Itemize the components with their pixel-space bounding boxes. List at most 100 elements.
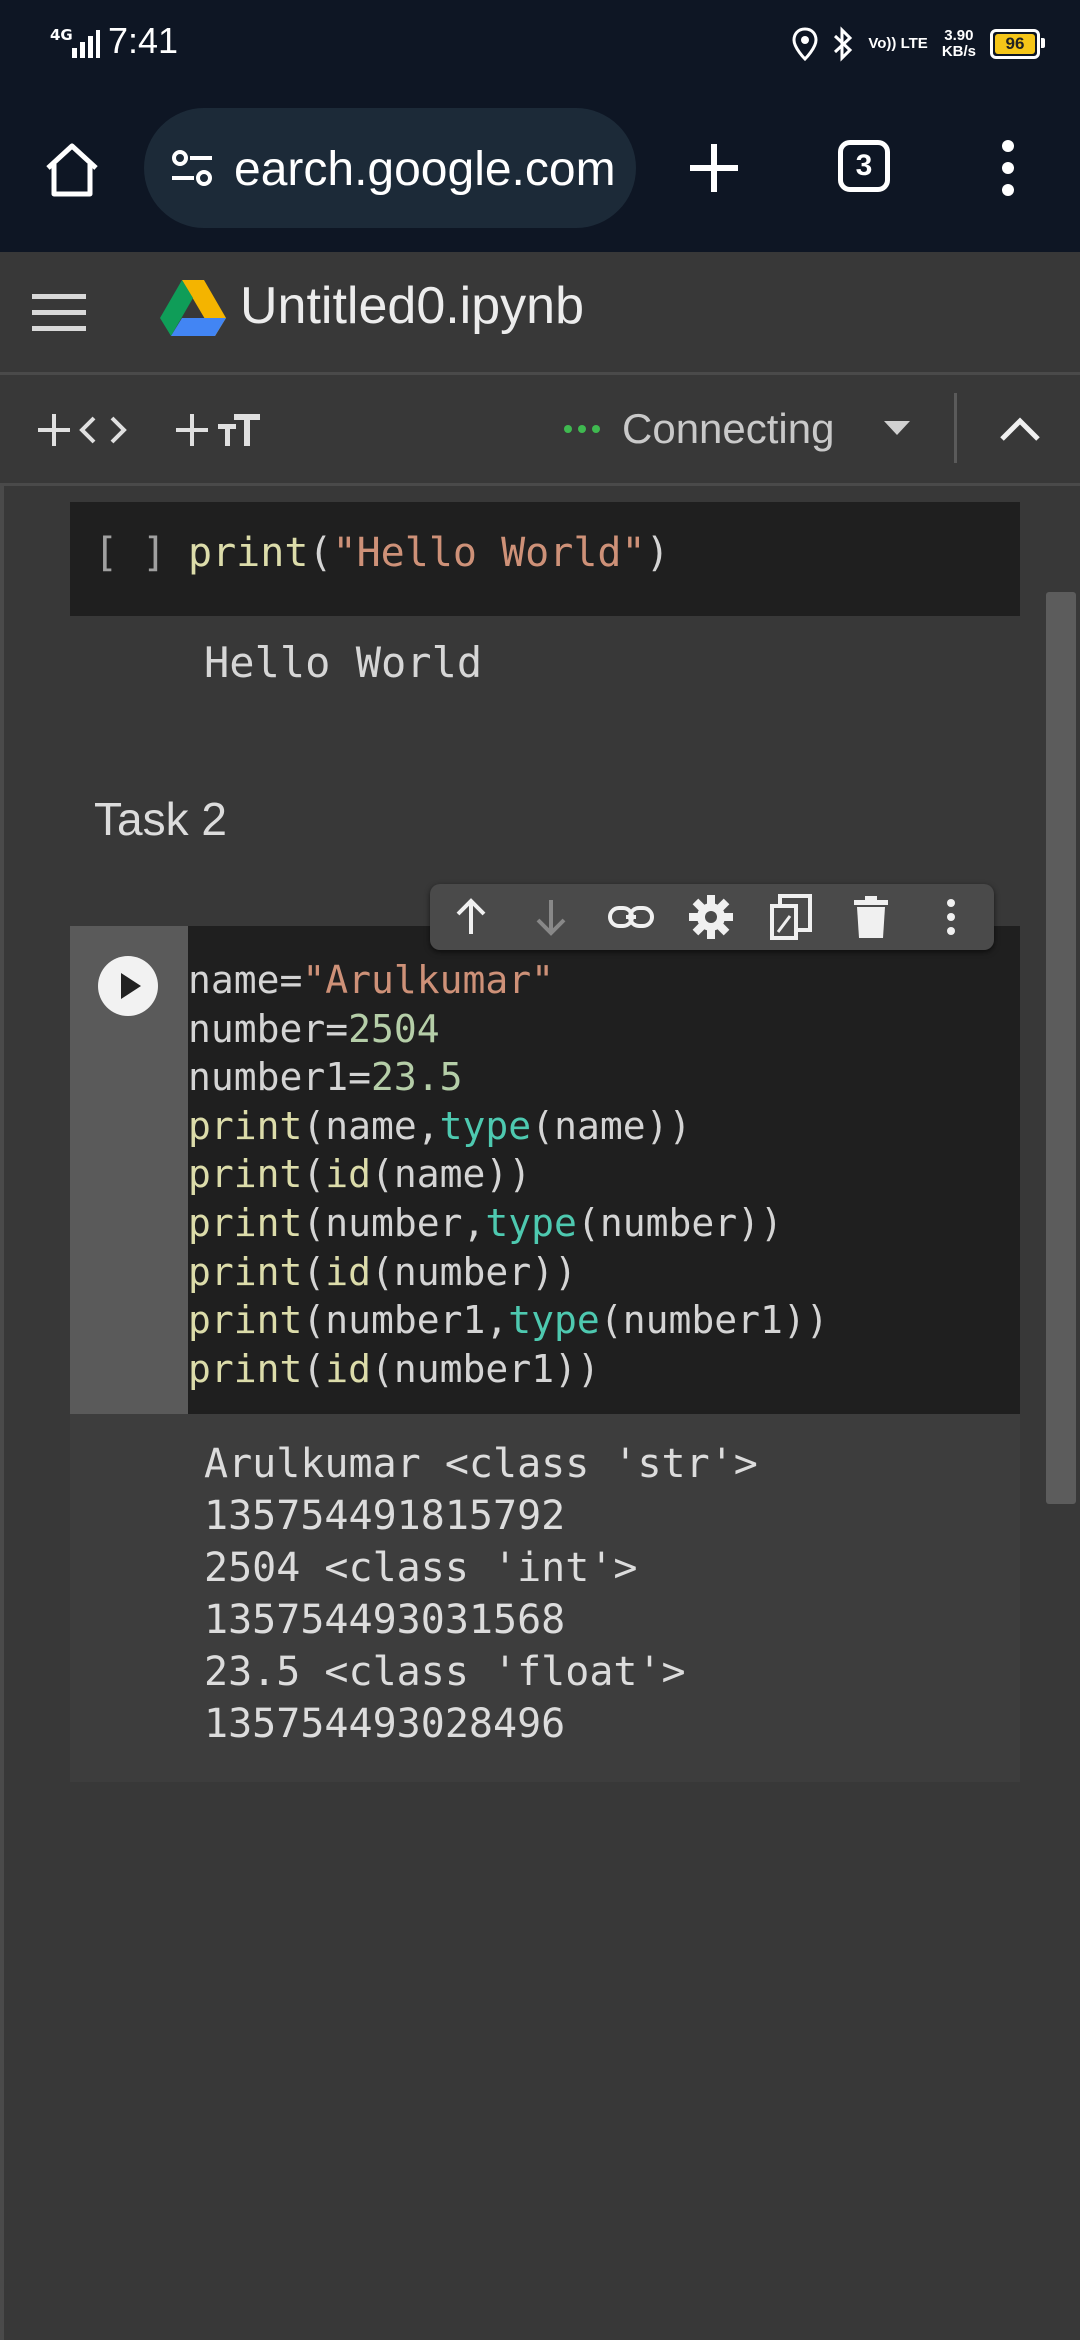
- output-line: 23.5 <class 'float'>: [204, 1649, 686, 1695]
- more-vert-icon[interactable]: [994, 138, 1022, 198]
- output-line: 2504 <class 'int'>: [204, 1545, 638, 1591]
- more-vert-icon[interactable]: [926, 892, 976, 942]
- network-speed: 3.90 KB/s: [942, 28, 976, 60]
- notebook-header: Untitled0.ipynb: [0, 252, 1080, 375]
- new-tab-icon[interactable]: [684, 138, 744, 198]
- code-cell-2[interactable]: name="Arulkumar" number=2504 number1=23.5 p…: [70, 926, 1020, 1414]
- code-line[interactable]: name="Arulkumar": [188, 956, 829, 1005]
- code-token: (name)): [371, 1152, 532, 1197]
- svg-text:4G: 4G: [50, 26, 73, 44]
- code-token: id: [325, 1152, 372, 1197]
- code-token: type: [508, 1298, 600, 1343]
- connect-runtime-button[interactable]: Connecting: [564, 397, 834, 461]
- settings-icon[interactable]: [686, 892, 736, 942]
- code-token: (name,: [302, 1103, 440, 1148]
- code-token: print: [188, 1200, 303, 1245]
- code-token: ): [645, 530, 670, 576]
- code-token: "Hello World": [332, 530, 646, 576]
- chevron-up-icon[interactable]: [996, 411, 1044, 447]
- code-line[interactable]: print(id(number1)): [188, 1345, 829, 1394]
- code-line[interactable]: print(id(name)): [188, 1150, 829, 1199]
- code-token: type: [485, 1200, 577, 1245]
- connection-status: Connecting: [622, 405, 835, 452]
- volte-text: Vo)) LTE: [868, 35, 928, 52]
- battery-level: 96: [1005, 34, 1025, 53]
- code-token: (: [302, 1346, 326, 1391]
- code-token: "Arulkumar": [302, 958, 555, 1002]
- chevron-down-icon[interactable]: [880, 415, 914, 439]
- cell-code[interactable]: name="Arulkumar" number=2504 number1=23.5 p…: [188, 956, 829, 1393]
- output-line: 135754493031568: [204, 1597, 566, 1643]
- output-lines: Arulkumar <class 'str'> 135754491815792 25…: [204, 1438, 758, 1750]
- text-size-icon: [218, 414, 260, 446]
- output-line: 135754491815792: [204, 1493, 566, 1539]
- connecting-dots-icon: [564, 425, 600, 433]
- code-token: print: [188, 1249, 303, 1294]
- run-cell-button[interactable]: [98, 956, 158, 1016]
- browser-bar: earch.google.com 3: [0, 84, 1080, 252]
- code-line[interactable]: print(number,type(number)): [188, 1199, 829, 1248]
- location-icon: [792, 27, 818, 61]
- code-line[interactable]: print(name,type(name)): [188, 1102, 829, 1151]
- move-down-icon[interactable]: [526, 892, 576, 942]
- site-settings-icon[interactable]: [168, 144, 216, 192]
- code-token: (number1)): [599, 1298, 829, 1343]
- plus-icon: [38, 414, 70, 446]
- code-token: number1=: [188, 1055, 372, 1100]
- google-drive-icon: [160, 280, 226, 336]
- home-icon[interactable]: [40, 138, 104, 202]
- cell-code[interactable]: print("Hello World"): [188, 530, 670, 576]
- link-icon[interactable]: [606, 892, 656, 942]
- text-cell-heading[interactable]: Task 2: [94, 792, 227, 846]
- code-token: 2504: [348, 1006, 440, 1051]
- url-text[interactable]: earch.google.com: [234, 142, 616, 197]
- code-token: print: [188, 1298, 303, 1343]
- code-icon: [79, 416, 127, 444]
- toolbar-divider: [954, 393, 957, 463]
- code-token: (: [302, 1152, 326, 1197]
- code-line[interactable]: print(number1,type(number1)): [188, 1296, 829, 1345]
- code-line[interactable]: number=2504: [188, 1005, 829, 1054]
- network-signal-icon: 4G: [50, 26, 100, 58]
- code-token: (name)): [531, 1103, 692, 1148]
- play-icon: [121, 973, 141, 999]
- status-icons: Vo)) LTE 3.90 KB/s 96: [792, 22, 1045, 66]
- plus-icon: [176, 414, 208, 446]
- code-token: print: [188, 1103, 303, 1148]
- code-token: print: [188, 530, 309, 576]
- status-bar: 4G 7:41 Vo)) LTE 3.90 KB/s 96: [0, 0, 1080, 84]
- code-token: (number)): [371, 1249, 577, 1294]
- speed-unit: KB/s: [941, 43, 976, 60]
- code-line[interactable]: print(id(number)): [188, 1248, 829, 1297]
- output-line: Arulkumar <class 'str'>: [204, 1441, 758, 1487]
- cell-2-output: Arulkumar <class 'str'> 135754491815792 25…: [70, 1414, 1020, 1782]
- add-text-cell-button[interactable]: [174, 403, 262, 457]
- code-token: (number,: [302, 1200, 486, 1245]
- move-up-icon[interactable]: [446, 892, 496, 942]
- code-cell-1[interactable]: [ ] print("Hello World"): [70, 502, 1020, 616]
- code-token: print: [188, 1152, 303, 1197]
- code-token: name=: [188, 958, 303, 1002]
- url-bar[interactable]: earch.google.com: [144, 108, 636, 228]
- code-token: (: [308, 530, 333, 576]
- add-code-cell-button[interactable]: [36, 403, 128, 457]
- notebook-title[interactable]: Untitled0.ipynb: [240, 276, 584, 336]
- tab-switcher-button[interactable]: 3: [838, 140, 890, 192]
- speed-value: 3.90: [944, 27, 974, 44]
- output-line: 135754493028496: [204, 1701, 566, 1747]
- delete-icon[interactable]: [846, 892, 896, 942]
- code-token: print: [188, 1346, 303, 1391]
- mirror-cell-icon[interactable]: [766, 892, 816, 942]
- code-token: number=: [188, 1006, 349, 1051]
- cell-execution-prompt[interactable]: [ ]: [94, 530, 166, 576]
- code-token: id: [325, 1249, 372, 1294]
- cell-1-output: Hello World: [204, 638, 483, 687]
- cell-gutter: [70, 926, 188, 1414]
- menu-icon[interactable]: [30, 290, 88, 336]
- code-token: 23.5: [371, 1055, 463, 1100]
- scrollbar[interactable]: [1046, 592, 1076, 1504]
- code-token: (number1,: [302, 1298, 509, 1343]
- cell-toolbar: [430, 884, 994, 950]
- code-line[interactable]: number1=23.5: [188, 1053, 829, 1102]
- code-token: (number)): [576, 1200, 783, 1245]
